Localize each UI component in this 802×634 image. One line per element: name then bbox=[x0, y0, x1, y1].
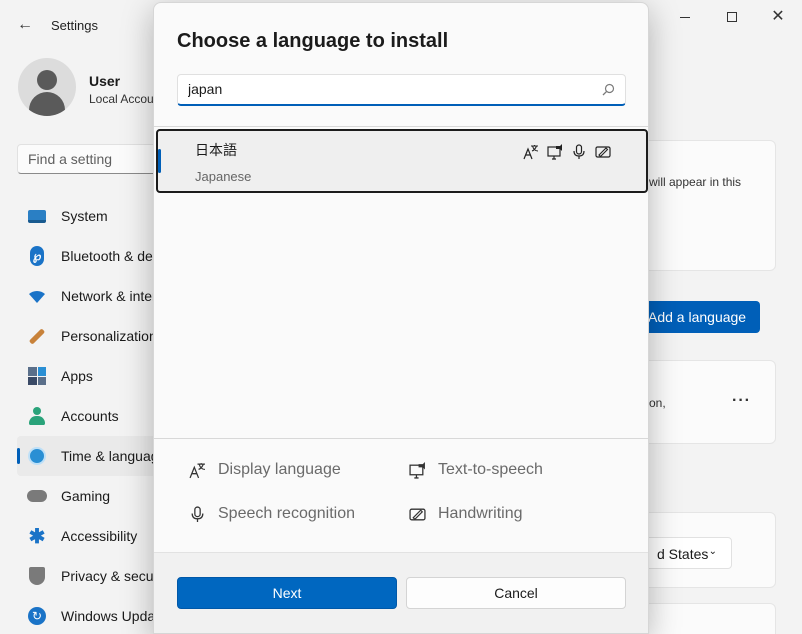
dialog-footer: Next Cancel bbox=[154, 552, 648, 633]
sidebar-item-bluetooth[interactable]: ℘ Bluetooth & devices bbox=[17, 236, 157, 276]
user-account-type: Local Account bbox=[89, 92, 153, 106]
legend-handwriting: Handwriting bbox=[409, 505, 522, 523]
user-name: User bbox=[89, 73, 121, 89]
handwriting-icon bbox=[409, 508, 426, 520]
sidebar-item-label: Accessibility bbox=[61, 528, 138, 544]
sidebar-item-privacy[interactable]: Privacy & security bbox=[17, 556, 157, 596]
dialog-title: Choose a language to install bbox=[177, 30, 449, 52]
minimize-icon bbox=[680, 16, 690, 18]
globe-clock-icon bbox=[27, 446, 47, 466]
feature-legend: Display language Text-to-speech Speech r… bbox=[154, 440, 648, 552]
sidebar-item-label: Privacy & security bbox=[61, 568, 157, 584]
speech-recognition-icon bbox=[191, 505, 204, 522]
regional-format-card bbox=[640, 603, 776, 634]
sidebar-item-label: Network & internet bbox=[61, 288, 157, 304]
minimize-button[interactable] bbox=[663, 6, 707, 28]
sidebar-nav: System ℘ Bluetooth & devices Network & i… bbox=[17, 196, 157, 634]
sidebar-item-network[interactable]: Network & internet bbox=[17, 276, 157, 316]
sidebar-item-label: Windows Update bbox=[61, 608, 157, 624]
legend-label: Handwriting bbox=[438, 505, 523, 522]
sidebar-item-label: Accounts bbox=[61, 408, 119, 424]
person-icon bbox=[27, 406, 47, 426]
close-icon: ✕ bbox=[771, 8, 785, 25]
language-entry-text: on, bbox=[649, 396, 666, 410]
text-to-speech-icon bbox=[409, 461, 425, 479]
avatar-head bbox=[37, 70, 57, 90]
sidebar-item-label: Gaming bbox=[61, 488, 111, 504]
back-arrow-icon[interactable]: ← bbox=[14, 14, 36, 36]
close-button[interactable]: ✕ bbox=[756, 6, 800, 28]
sidebar-item-label: System bbox=[61, 208, 108, 224]
legend-display-language: Display language bbox=[189, 461, 341, 479]
display-language-icon bbox=[522, 143, 540, 161]
maximize-icon bbox=[727, 12, 737, 22]
chevron-down-icon: ⌄ bbox=[708, 546, 717, 557]
selection-indicator bbox=[158, 149, 161, 173]
sidebar-item-label: Personalization bbox=[61, 328, 157, 344]
sidebar-item-accessibility[interactable]: ✱ Accessibility bbox=[17, 516, 157, 556]
language-english-name: Japanese bbox=[195, 169, 252, 184]
list-item[interactable]: 日本語 Japanese bbox=[156, 129, 648, 193]
sidebar-item-windows-update[interactable]: ↻ Windows Update bbox=[17, 596, 157, 634]
add-language-button[interactable]: Add a language bbox=[636, 301, 760, 333]
system-icon bbox=[27, 206, 47, 226]
card-description: will appear in this bbox=[649, 175, 742, 189]
search-icon bbox=[602, 83, 615, 96]
region-dropdown[interactable]: d States ⌄ bbox=[640, 537, 732, 569]
legend-speech-recognition: Speech recognition bbox=[189, 505, 355, 523]
sidebar-item-label: Time & language bbox=[61, 448, 157, 464]
app-title: Settings bbox=[51, 18, 98, 33]
sidebar-item-apps[interactable]: Apps bbox=[17, 356, 157, 396]
language-results-list: 日本語 Japanese bbox=[154, 126, 648, 439]
cancel-button[interactable]: Cancel bbox=[406, 577, 626, 609]
sidebar-item-system[interactable]: System bbox=[17, 196, 157, 236]
sidebar-item-label: Apps bbox=[61, 368, 93, 384]
update-icon: ↻ bbox=[27, 606, 47, 626]
legend-label: Display language bbox=[218, 461, 341, 478]
shield-icon bbox=[27, 566, 47, 586]
sidebar-item-personalization[interactable]: Personalization bbox=[17, 316, 157, 356]
find-setting-input[interactable]: Find a setting bbox=[17, 144, 157, 174]
legend-label: Text-to-speech bbox=[438, 461, 543, 478]
language-native-name: 日本語 bbox=[195, 142, 237, 158]
speech-recognition-icon bbox=[570, 143, 588, 161]
bluetooth-icon: ℘ bbox=[27, 246, 47, 266]
legend-text-to-speech: Text-to-speech bbox=[409, 461, 543, 479]
choose-language-dialog: Choose a language to install 日本語 Japanes… bbox=[153, 2, 649, 634]
language-search-box[interactable] bbox=[177, 74, 626, 106]
text-to-speech-icon bbox=[546, 143, 564, 161]
legend-label: Speech recognition bbox=[218, 505, 355, 522]
apps-icon bbox=[27, 366, 47, 386]
accessibility-icon: ✱ bbox=[28, 525, 46, 548]
language-features bbox=[522, 143, 612, 161]
brush-icon bbox=[27, 326, 47, 346]
next-button[interactable]: Next bbox=[177, 577, 397, 609]
display-language-icon bbox=[189, 462, 205, 478]
avatar[interactable] bbox=[18, 58, 76, 116]
preferred-languages-card bbox=[640, 140, 776, 271]
sidebar-item-label: Bluetooth & devices bbox=[61, 248, 157, 264]
avatar-body bbox=[29, 92, 65, 116]
gamepad-icon bbox=[27, 486, 47, 506]
sidebar-item-time-language[interactable]: Time & language bbox=[17, 436, 157, 476]
language-search-input[interactable] bbox=[188, 81, 588, 97]
handwriting-icon bbox=[594, 143, 612, 161]
wifi-icon bbox=[27, 286, 47, 306]
more-options-icon[interactable]: ··· bbox=[732, 392, 751, 410]
region-value: d States bbox=[657, 546, 709, 562]
maximize-button[interactable] bbox=[710, 6, 754, 28]
sidebar-item-gaming[interactable]: Gaming bbox=[17, 476, 157, 516]
sidebar-item-accounts[interactable]: Accounts bbox=[17, 396, 157, 436]
